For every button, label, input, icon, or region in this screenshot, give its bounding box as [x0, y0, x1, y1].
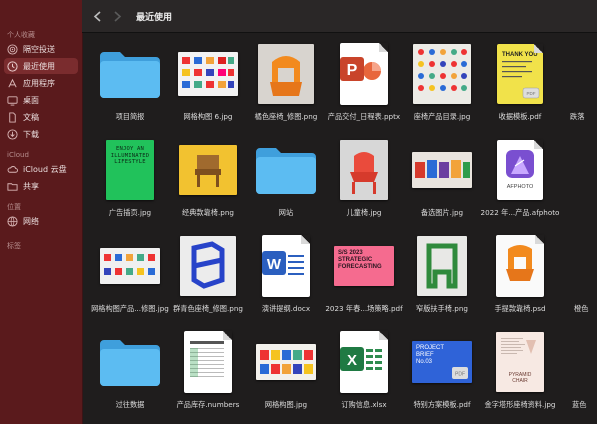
- sidebar-section-favorites: 个人收藏: [7, 31, 35, 39]
- back-button[interactable]: [88, 7, 106, 25]
- svg-text:W: W: [267, 256, 282, 273]
- sidebar-item-label: iCloud 云盘: [23, 164, 67, 174]
- sidebar-item-label: 下载: [23, 129, 39, 139]
- image-thumbnail: [550, 325, 597, 399]
- poster-text: PYRAMID CHAIR: [508, 372, 532, 384]
- sidebar-item-label: 应用程序: [23, 78, 55, 88]
- sidebar-item-label: 网络: [23, 216, 39, 226]
- file-name: 橙色: [574, 304, 589, 313]
- network-icon: [7, 215, 18, 227]
- file-item-image[interactable]: 蓝色: [550, 321, 597, 413]
- sidebar-item-applications[interactable]: 应用程序: [4, 75, 78, 91]
- forward-button[interactable]: [108, 7, 126, 25]
- sidebar-item-airdrop[interactable]: 隔空投送: [4, 41, 78, 57]
- sidebar-item-desktop[interactable]: 桌面: [4, 92, 78, 108]
- file-name: 蓝色: [572, 400, 587, 409]
- sidebar-item-label: 文稿: [23, 112, 39, 122]
- clock-icon: [7, 60, 18, 72]
- file-item-folder[interactable]: [550, 129, 597, 221]
- app-label: AFPHOTO: [506, 184, 534, 190]
- file-name: 跌落: [570, 112, 585, 121]
- toolbar: 最近使用: [82, 0, 597, 33]
- poster-text: PROJECT BRIEF No.03: [416, 345, 444, 365]
- svg-text:THANK YOU: THANK YOU: [502, 52, 538, 58]
- window-title: 最近使用: [136, 12, 173, 23]
- cloud-icon: [7, 164, 18, 175]
- sidebar-item-label: 桌面: [23, 95, 39, 105]
- sidebar-section-locations: 位置: [7, 203, 21, 211]
- sidebar: 个人收藏 隔空投送 最近使用 应用程序 桌面 文稿 下载 iCloud iClo…: [0, 0, 83, 424]
- sidebar-section-icloud: iCloud: [7, 151, 29, 159]
- chevron-left-icon: [93, 10, 101, 22]
- file-grid: 项目简报 网格构图 6.jpg 橘色座椅_修图.png P 产品交付_日程表.p…: [82, 33, 597, 424]
- applications-icon: [7, 78, 18, 89]
- poster-text: S/S 2023 STRATEGIC FORECASTING: [338, 250, 382, 270]
- sidebar-item-label: 共享: [23, 181, 39, 191]
- file-item-image[interactable]: 跌落: [550, 33, 597, 125]
- document-icon: [7, 111, 18, 123]
- sidebar-item-label: 最近使用: [23, 61, 55, 71]
- svg-text:P: P: [347, 62, 358, 79]
- svg-text:PDF: PDF: [455, 372, 465, 378]
- sidebar-item-icloud-drive[interactable]: iCloud 云盘: [4, 161, 78, 177]
- sidebar-item-recents[interactable]: 最近使用: [4, 58, 78, 74]
- download-icon: [7, 128, 18, 140]
- file-item-image[interactable]: 橙色: [550, 225, 597, 317]
- poster-text: ENJOY AN ILLUMINATED LIFESTYLE: [110, 146, 150, 165]
- image-thumbnail: [550, 37, 597, 111]
- sidebar-item-downloads[interactable]: 下载: [4, 126, 78, 142]
- sidebar-item-label: 隔空投送: [23, 44, 55, 54]
- airdrop-icon: [7, 43, 18, 55]
- chevron-right-icon: [113, 10, 121, 22]
- shared-folder-icon: [7, 181, 18, 192]
- sidebar-section-tags: 标签: [7, 242, 21, 250]
- image-thumbnail: [550, 229, 597, 303]
- svg-text:X: X: [347, 352, 357, 369]
- sidebar-item-shared[interactable]: 共享: [4, 178, 78, 194]
- desktop-icon: [7, 95, 18, 106]
- folder-icon: [550, 133, 597, 207]
- sidebar-item-network[interactable]: 网络: [4, 213, 78, 229]
- svg-text:PDF: PDF: [527, 91, 536, 96]
- sidebar-item-documents[interactable]: 文稿: [4, 109, 78, 125]
